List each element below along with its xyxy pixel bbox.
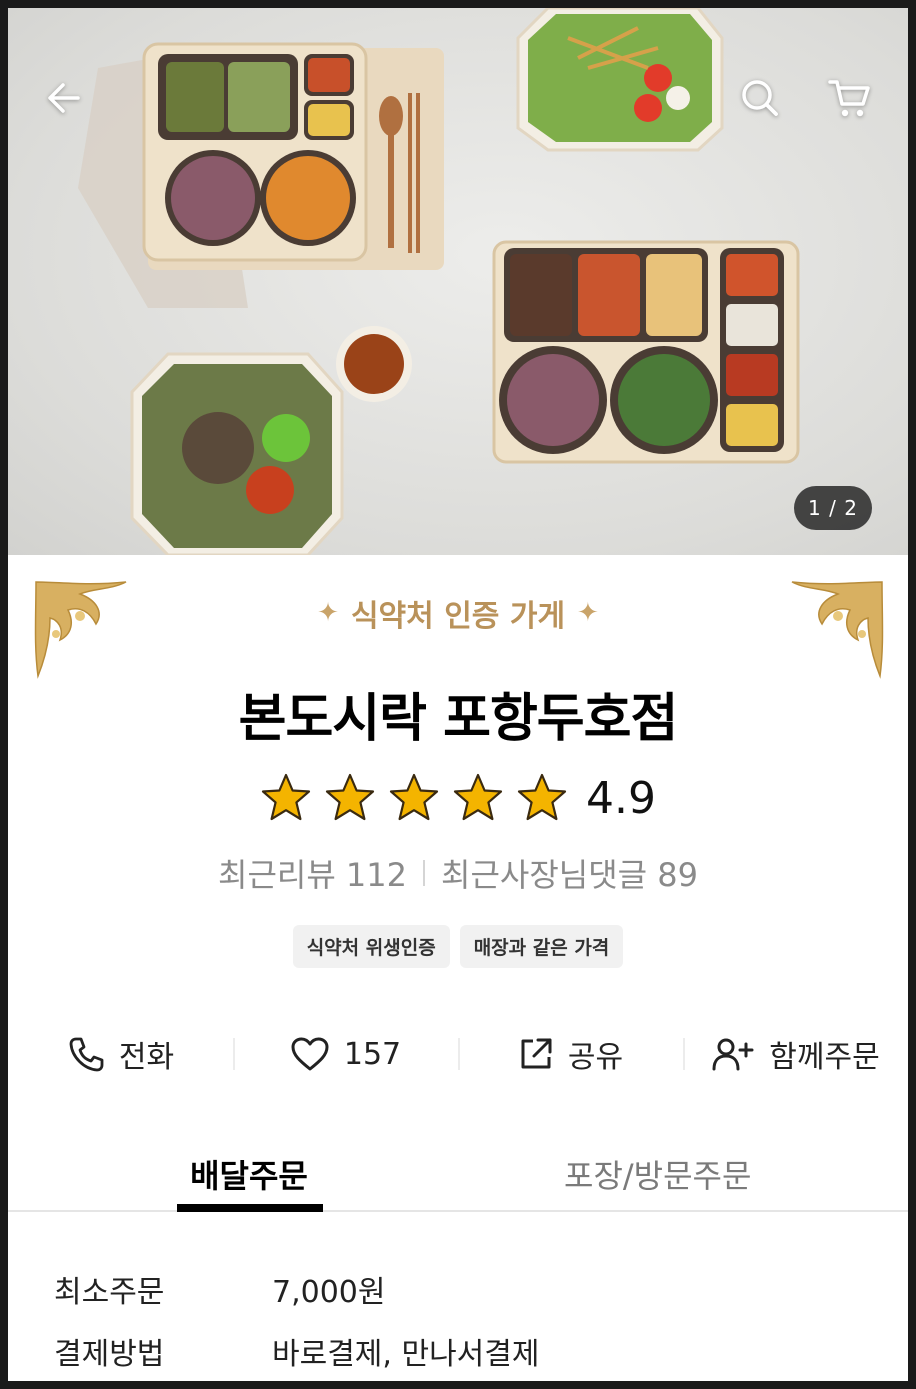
- back-button[interactable]: [34, 68, 94, 128]
- order-type-tabs: 배달주문 포장/방문주문: [8, 1138, 908, 1212]
- review-summary[interactable]: 최근리뷰 112 최근사장님댓글 89: [8, 848, 908, 898]
- tab-pickup-label: 포장/방문주문: [564, 1157, 752, 1195]
- call-button[interactable]: 전화: [8, 1018, 233, 1090]
- active-tab-indicator: [177, 1204, 323, 1212]
- share-icon: [521, 1038, 552, 1069]
- order-info: 최소주문 7,000원 결제방법 바로결제, 만나서결제: [54, 1258, 874, 1381]
- rating-row[interactable]: 4.9: [8, 768, 908, 828]
- star-icon: [260, 773, 312, 823]
- store-detail-screen: 1 / 2 ✦ 식약처 인증 가게 ✦ 본도시락 포항두호점 4.9 최근리뷰 …: [8, 8, 908, 1381]
- tab-delivery-label: 배달주문: [190, 1157, 308, 1195]
- heart-icon: [291, 1037, 329, 1071]
- store-name: 본도시락 포항두호점: [238, 689, 679, 749]
- arrow-left-icon: [48, 83, 80, 113]
- share-label: 공유: [567, 1040, 624, 1075]
- action-bar: 전화 157 공유 함께주문: [8, 1018, 908, 1090]
- group-order-button[interactable]: 함께주문: [683, 1018, 908, 1090]
- tab-pickup[interactable]: 포장/방문주문: [492, 1138, 908, 1210]
- owner-replies-link[interactable]: 최근사장님댓글 89: [441, 850, 698, 896]
- certification-text: 식약처 인증 가게: [350, 599, 566, 634]
- badge-list: 식약처 위생인증 매장과 같은 가격: [8, 925, 908, 968]
- search-icon: [742, 80, 778, 116]
- star-icon: [388, 773, 440, 823]
- certification-banner: ✦ 식약처 인증 가게 ✦: [8, 591, 908, 635]
- star-icon: [324, 773, 376, 823]
- badge-hygiene-certified: 식약처 위생인증: [292, 925, 450, 968]
- divider: [423, 860, 426, 886]
- rating-stars: [260, 773, 568, 823]
- cart-icon: [828, 80, 870, 117]
- add-user-icon: [712, 1038, 754, 1071]
- sparkle-icon: ✦: [577, 598, 599, 628]
- search-button[interactable]: [730, 68, 790, 128]
- cart-button[interactable]: [820, 68, 880, 128]
- tab-delivery[interactable]: 배달주문: [8, 1138, 492, 1212]
- sparkle-icon: ✦: [317, 598, 339, 628]
- hero-photo[interactable]: 1 / 2: [8, 8, 908, 555]
- info-value: 바로결제, 만나서결제: [272, 1337, 540, 1372]
- info-row-min-order: 최소주문 7,000원: [54, 1258, 874, 1320]
- image-page-counter: 1 / 2: [794, 486, 872, 530]
- info-label: 결제방법: [54, 1337, 165, 1372]
- share-button[interactable]: 공유: [458, 1018, 683, 1090]
- phone-icon: [69, 1037, 104, 1072]
- info-label: 최소주문: [54, 1275, 165, 1310]
- badge-same-price: 매장과 같은 가격: [459, 925, 624, 968]
- call-label: 전화: [118, 1040, 175, 1075]
- info-row-payment: 결제방법 바로결제, 만나서결제: [54, 1320, 874, 1381]
- like-button[interactable]: 157: [233, 1018, 458, 1090]
- group-order-label: 함께주문: [769, 1040, 880, 1075]
- star-icon: [452, 773, 504, 823]
- recent-reviews-link[interactable]: 최근리뷰 112: [218, 850, 407, 896]
- star-icon: [516, 773, 568, 823]
- rating-value: 4.9: [586, 772, 656, 824]
- info-value: 7,000원: [272, 1275, 386, 1310]
- like-count: 157: [343, 1036, 402, 1072]
